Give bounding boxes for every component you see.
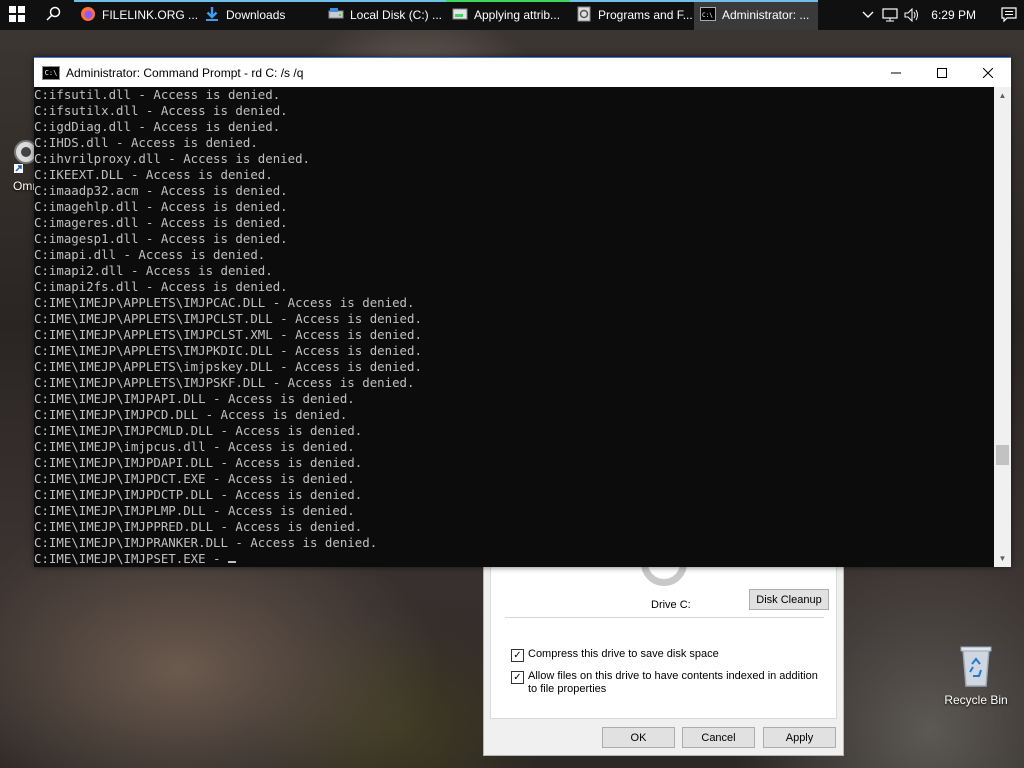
- console-line: C:IME\IMEJP\IMJPDCT.EXE - Access is deni…: [34, 471, 355, 486]
- scroll-down-arrow-icon[interactable]: ▼: [994, 550, 1011, 567]
- console-line: C:IME\IMEJP\APPLETS\imjpskey.DLL - Acces…: [34, 359, 422, 374]
- file-progress-icon: [452, 6, 468, 25]
- taskbar-app-command-prompt[interactable]: C:\ Administrator: ...: [694, 0, 818, 30]
- desktop-recycle-bin[interactable]: Recycle Bin: [938, 642, 1014, 707]
- console-line: C:IME\IMEJP\IMJPCD.DLL - Access is denie…: [34, 407, 348, 422]
- show-hidden-icons-chevron-icon[interactable]: [857, 11, 879, 19]
- start-button[interactable]: [0, 0, 34, 30]
- index-checkbox[interactable]: ✓: [511, 671, 524, 684]
- volume-icon[interactable]: [901, 8, 923, 22]
- console-line: C:IME\IMEJP\IMJPLMP.DLL - Access is deni…: [34, 503, 355, 518]
- console-line: C:igdDiag.dll - Access is denied.: [34, 119, 281, 134]
- taskbar-app-programs-features[interactable]: Programs and F...: [570, 0, 694, 30]
- console-line: C:IME\IMEJP\APPLETS\IMJPCLST.XML - Acces…: [34, 327, 422, 342]
- compress-label: Compress this drive to save disk space: [528, 648, 719, 660]
- search-icon: [46, 6, 62, 25]
- console-line: C:IME\IMEJP\IMJPPRED.DLL - Access is den…: [34, 519, 363, 534]
- system-tray: 6:29 PM: [857, 0, 1024, 30]
- close-icon: [983, 67, 993, 78]
- console-line: C:IME\IMEJP\imjpcus.dll - Access is deni…: [34, 439, 355, 454]
- taskbar-app-label: Applying attrib...: [474, 8, 561, 22]
- cmd-icon: C:\: [700, 6, 716, 24]
- console-line: C:IME\IMEJP\APPLETS\IMJPCLST.DLL - Acces…: [34, 311, 422, 326]
- cmd-icon: C:\: [42, 65, 60, 80]
- minimize-icon: [891, 72, 901, 73]
- firefox-icon: [80, 6, 96, 25]
- window-title: Administrator: Command Prompt - rd C: /s…: [66, 65, 304, 80]
- console-line: C:ifsutil.dll - Access is denied.: [34, 87, 281, 102]
- compress-checkbox[interactable]: ✓: [511, 649, 524, 662]
- ok-button[interactable]: OK: [602, 727, 675, 748]
- download-folder-icon: [204, 6, 220, 25]
- taskbar-app-label: Local Disk (C:) ...: [350, 8, 443, 22]
- console-line: C:ifsutilx.dll - Access is denied.: [34, 103, 288, 118]
- windows-logo-icon: [9, 5, 25, 25]
- compress-drive-option[interactable]: ✓ Compress this drive to save disk space: [511, 648, 719, 662]
- index-label: Allow files on this drive to have conten…: [528, 670, 818, 695]
- scroll-up-arrow-icon[interactable]: ▲: [994, 87, 1011, 104]
- scroll-thumb[interactable]: [996, 445, 1009, 465]
- console-line: C:imagehlp.dll - Access is denied.: [34, 199, 288, 214]
- taskbar-app-applying-attributes[interactable]: Applying attrib...: [446, 0, 570, 30]
- taskbar: FILELINK.ORG ... Downloads Local Disk (C…: [0, 0, 1024, 30]
- console-line: C:IKEEXT.DLL - Access is denied.: [34, 167, 273, 182]
- console-line: C:IME\IMEJP\IMJPDAPI.DLL - Access is den…: [34, 455, 363, 470]
- recycle-bin-icon: [938, 642, 1014, 691]
- control-panel-icon: [576, 6, 592, 25]
- maximize-icon: [937, 67, 947, 78]
- disk-cleanup-button[interactable]: Disk Cleanup: [749, 589, 829, 610]
- console-line: C:IME\IMEJP\IMJPSET.EXE -: [34, 551, 994, 567]
- console-line: C:imageres.dll - Access is denied.: [34, 215, 288, 230]
- taskbar-app-label: FILELINK.ORG ...: [102, 8, 198, 22]
- taskbar-app-label: Downloads: [226, 8, 286, 22]
- apply-button[interactable]: Apply: [763, 727, 836, 748]
- window-title-bar[interactable]: C:\ Administrator: Command Prompt - rd C…: [34, 57, 1011, 87]
- close-button[interactable]: [965, 58, 1011, 87]
- console-line: C:IME\IMEJP\IMJPAPI.DLL - Access is deni…: [34, 391, 355, 406]
- general-tab-panel: Drive C: Disk Cleanup ✓ Compress this dr…: [490, 561, 837, 719]
- action-center-icon[interactable]: [994, 7, 1024, 23]
- console-line: C:IME\IMEJP\APPLETS\IMJPKDIC.DLL - Acces…: [34, 343, 422, 358]
- drive-properties-dialog: Drive C: Disk Cleanup ✓ Compress this dr…: [483, 560, 844, 756]
- console-line: C:imaadp32.acm - Access is denied.: [34, 183, 288, 198]
- taskbar-app-firefox[interactable]: FILELINK.ORG ...: [74, 0, 198, 30]
- svg-text:C:\: C:\: [702, 12, 713, 19]
- console-line: C:ihvrilproxy.dll - Access is denied.: [34, 151, 311, 166]
- console-line: C:IME\IMEJP\IMJPCMLD.DLL - Access is den…: [34, 423, 363, 438]
- vertical-scrollbar[interactable]: ▲ ▼: [994, 87, 1011, 567]
- text-cursor: [227, 561, 236, 563]
- desktop-icon-label: Recycle Bin: [944, 693, 1008, 707]
- divider: [505, 617, 824, 618]
- drive-icon: [328, 6, 344, 25]
- taskbar-app-downloads[interactable]: Downloads: [198, 0, 322, 30]
- taskbar-app-local-disk[interactable]: Local Disk (C:) ...: [322, 0, 446, 30]
- console-line: C:IME\IMEJP\IMJPDCTP.DLL - Access is den…: [34, 487, 363, 502]
- taskbar-app-label: Programs and F...: [598, 8, 693, 22]
- console-line: C:IME\IMEJP\IMJPRANKER.DLL - Access is d…: [34, 535, 378, 550]
- console-line: C:imapi2fs.dll - Access is denied.: [34, 279, 288, 294]
- cancel-button[interactable]: Cancel: [682, 727, 755, 748]
- command-prompt-window: C:\ Administrator: Command Prompt - rd C…: [34, 57, 1011, 567]
- clock[interactable]: 6:29 PM: [923, 8, 994, 22]
- console-line: C:imapi.dll - Access is denied.: [34, 247, 266, 262]
- console-line: C:imapi2.dll - Access is denied.: [34, 263, 273, 278]
- console-line: C:IME\IMEJP\APPLETS\IMJPCAC.DLL - Access…: [34, 295, 415, 310]
- taskbar-app-label: Administrator: ...: [722, 8, 810, 22]
- search-button[interactable]: [34, 0, 74, 30]
- minimize-button[interactable]: [873, 58, 919, 87]
- console-output[interactable]: C:ifsutil.dll - Access is denied. C:ifsut…: [34, 87, 994, 567]
- console-line: C:IME\IMEJP\APPLETS\IMJPSKF.DLL - Access…: [34, 375, 415, 390]
- network-icon[interactable]: [879, 8, 901, 22]
- maximize-button[interactable]: [919, 58, 965, 87]
- console-line: C:imagesp1.dll - Access is denied.: [34, 231, 288, 246]
- drive-label: Drive C:: [651, 599, 691, 611]
- index-contents-option[interactable]: ✓ Allow files on this drive to have cont…: [511, 670, 826, 696]
- console-line: C:IHDS.dll - Access is denied.: [34, 135, 258, 150]
